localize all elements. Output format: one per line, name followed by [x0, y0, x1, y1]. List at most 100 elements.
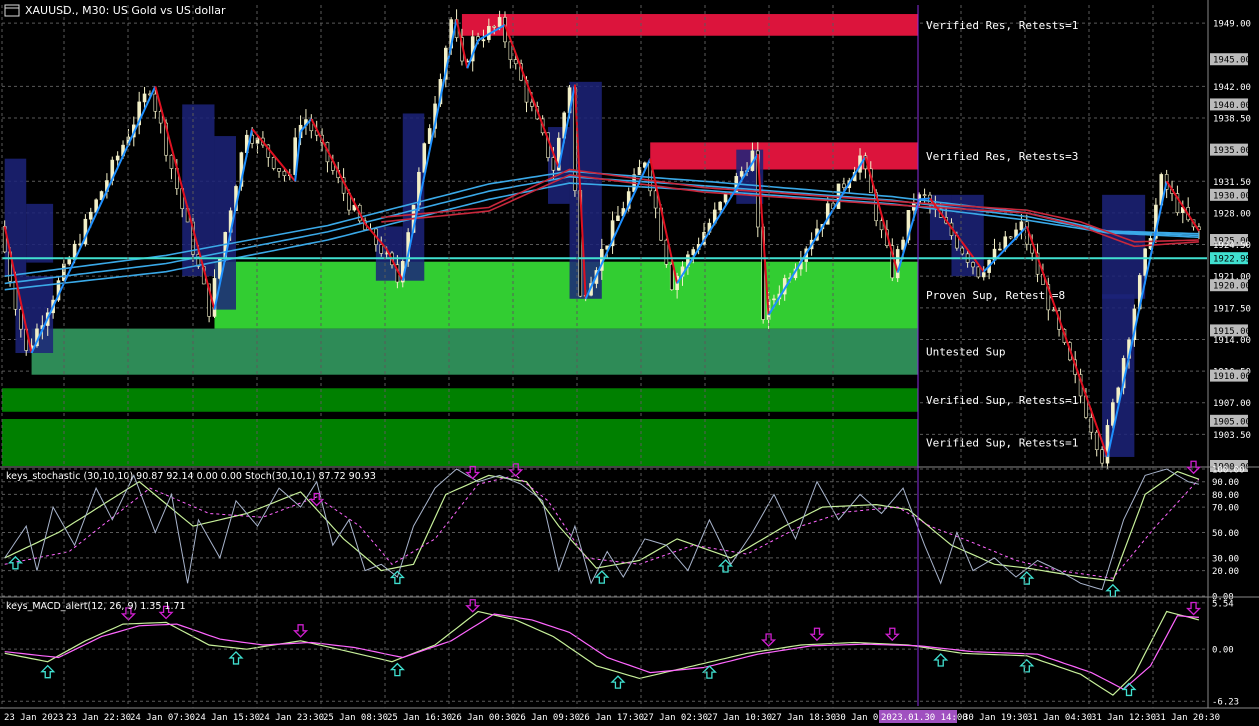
- price-tick-label: 1942.00: [1213, 83, 1251, 93]
- time-tick-label: 30 Jan 19:30: [963, 713, 1028, 723]
- candle-body: [616, 215, 620, 221]
- zone-untested-support: [31, 328, 919, 375]
- indicator-tick-label: 5.54: [1212, 599, 1234, 609]
- indicator-title: keys_MACD_alert(12, 26, 9) 1.35 1.71: [6, 601, 186, 612]
- candle-body: [513, 59, 518, 65]
- highlight-box: [26, 203, 54, 263]
- candle-body: [1019, 221, 1024, 231]
- zone-resistance: [650, 142, 918, 170]
- price-tick-label: 1938.50: [1213, 114, 1251, 124]
- candle-body: [842, 183, 846, 188]
- candle-body: [1051, 309, 1056, 312]
- price-tick-label: 1917.50: [1213, 304, 1251, 314]
- candle-body: [62, 263, 66, 281]
- zigzag-segment: [919, 197, 931, 201]
- candle-body: [1008, 236, 1013, 239]
- indicator-tick-label: 50.00: [1212, 529, 1239, 539]
- candle-body: [922, 194, 927, 196]
- candle-body: [153, 93, 158, 112]
- candle-body: [169, 154, 174, 169]
- indicator-tick-label: 0.00: [1212, 646, 1234, 656]
- candle-body: [212, 278, 217, 317]
- indicator-tick-label: 80.00: [1212, 491, 1239, 501]
- candle-body: [1094, 431, 1099, 450]
- indicator-tick-label: -6.23: [1212, 698, 1239, 708]
- price-tick-label: 1940.00: [1213, 101, 1251, 111]
- zone-verified-support: [2, 388, 918, 412]
- price-tick-label: 1907.00: [1213, 399, 1251, 409]
- time-tick-label: 26 Jan 17:30: [579, 713, 644, 723]
- price-tick-label: 1903.50: [1213, 431, 1251, 441]
- candle-body: [492, 26, 497, 28]
- candle-body: [664, 239, 669, 265]
- zone-label: Verified Res, Retests=3: [926, 150, 1078, 163]
- candle-body: [1105, 425, 1110, 464]
- trading-chart[interactable]: Verified Res, Retests=1 Verified Res, Ret…: [0, 0, 1259, 726]
- time-tick-label: 26 Jan 09:30: [515, 713, 580, 723]
- time-tick-label: 31 Jan 04:30: [1027, 713, 1092, 723]
- indicator-tick-label: 30.00: [1212, 554, 1239, 564]
- candle-body: [976, 266, 981, 278]
- zone-proven-support: [214, 261, 919, 329]
- candle-body: [739, 171, 744, 177]
- time-tick-label: 24 Jan 07:30: [130, 713, 195, 723]
- candle-body: [379, 244, 384, 254]
- price-tick-label: 1931.50: [1213, 178, 1251, 188]
- price-tick-label: 1914.00: [1213, 336, 1251, 346]
- time-tick-label: 25 Jan 08:30: [323, 713, 388, 723]
- candle-body: [277, 168, 281, 172]
- zone-label: Verified Res, Retests=1: [926, 19, 1078, 32]
- price-tick-label: 1905.00: [1213, 417, 1251, 427]
- candle-body: [1143, 248, 1147, 276]
- time-cursor-label: 2023.01.30 14:00: [881, 713, 968, 723]
- candle-body: [1100, 449, 1104, 464]
- price-tick-label: 1945.00: [1213, 56, 1251, 66]
- candle-body: [653, 190, 658, 209]
- candle-body: [1024, 221, 1029, 245]
- candle-body: [497, 17, 502, 27]
- candle-body: [551, 157, 556, 171]
- price-tick-label: 1930.00: [1213, 191, 1251, 201]
- zone-label: Verified Sup, Retests=1: [926, 436, 1078, 449]
- candle-body: [282, 171, 287, 176]
- candle-body: [1111, 402, 1115, 426]
- candle-body: [88, 211, 93, 220]
- zone-label: Untested Sup: [926, 346, 1005, 359]
- indicator-tick-label: 100.00: [1212, 466, 1245, 476]
- price-tick-label: 1928.00: [1213, 209, 1251, 219]
- price-tick-label: 1920.00: [1213, 282, 1251, 292]
- indicator-tick-label: 20.00: [1212, 567, 1239, 577]
- price-tick-label: 1935.00: [1213, 146, 1251, 156]
- candle-body: [895, 249, 900, 279]
- zone-label: Verified Sup, Retests=1: [926, 394, 1078, 407]
- candle-body: [481, 39, 486, 42]
- candle-body: [142, 93, 147, 103]
- chart-header: XAUUSD., M30: US Gold vs US dollar: [4, 4, 226, 17]
- indicator-tick-label: 90.00: [1212, 478, 1239, 488]
- time-tick-label: 23 Jan 2023: [4, 713, 64, 723]
- candle-body: [981, 272, 986, 278]
- current-price-label: 1922.99: [1213, 255, 1251, 265]
- time-tick-label: 27 Jan 10:30: [707, 713, 772, 723]
- time-tick-label: 26 Jan 00:30: [451, 713, 516, 723]
- candle-body: [971, 262, 975, 268]
- zone-verified-support: [2, 418, 918, 466]
- time-tick-label: 23 Jan 22:30: [66, 713, 131, 723]
- time-tick-label: 24 Jan 23:30: [259, 713, 324, 723]
- time-tick-label: 27 Jan 02:30: [643, 713, 708, 723]
- time-tick-label: 27 Jan 18:30: [771, 713, 836, 723]
- time-tick-label: 25 Jan 16:30: [387, 713, 452, 723]
- candle-body: [1089, 417, 1094, 433]
- candle-body: [19, 308, 23, 330]
- zone-resistance: [461, 14, 918, 36]
- candle-body: [691, 249, 696, 256]
- time-tick-label: 31 Jan 12:30: [1091, 713, 1156, 723]
- indicator-title: keys_stochastic (30,10,10) 90.87 92.14 0…: [6, 471, 376, 482]
- chart-title: XAUUSD., M30: US Gold vs US dollar: [25, 4, 226, 17]
- candle-body: [998, 248, 1002, 251]
- price-tick-label: 1949.00: [1213, 20, 1251, 30]
- price-tick-label: 1924.50: [1213, 241, 1251, 251]
- zone-label: Proven Sup, Retests=8: [926, 289, 1065, 302]
- price-tick-label: 1910.00: [1213, 372, 1251, 382]
- highlight-box: [402, 113, 425, 281]
